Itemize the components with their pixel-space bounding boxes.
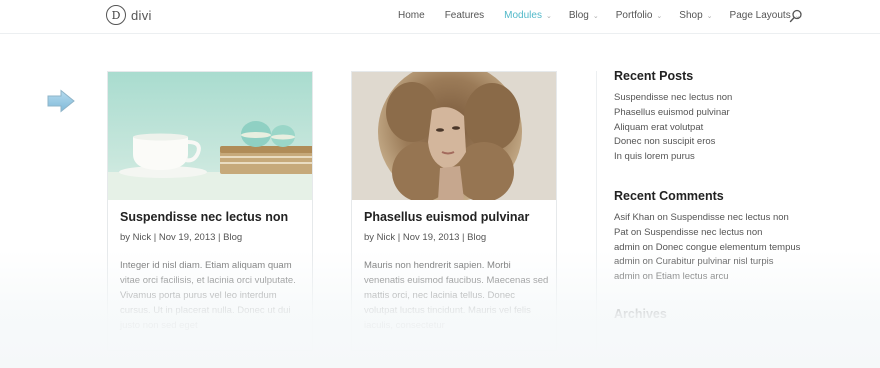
post-excerpt: Integer id nisl diam. Etiam aliquam quam…: [120, 260, 296, 331]
archives-widget: Archives: [614, 307, 804, 321]
post-title[interactable]: Phasellus euismod pulvinar: [364, 210, 529, 224]
post-title[interactable]: Suspendisse nec lectus non: [120, 210, 288, 224]
nav-item-modules[interactable]: Modules ⌄: [504, 10, 552, 21]
nav-item-shop[interactable]: Shop ⌄: [679, 10, 712, 21]
nav-item-features[interactable]: Features: [445, 10, 484, 21]
blog-post-card: Suspendisse nec lectus non by Nick | Nov…: [107, 71, 313, 351]
post-image-teacup[interactable]: [108, 72, 312, 200]
chevron-down-icon: ⌄: [592, 12, 599, 20]
recent-post-link[interactable]: In quis lorem purus: [614, 150, 804, 165]
logo[interactable]: D divi: [106, 5, 152, 25]
recent-post-link[interactable]: Aliquam erat volutpat: [614, 121, 804, 136]
nav-item-portfolio[interactable]: Portfolio ⌄: [616, 10, 663, 21]
blog-post-card: Phasellus euismod pulvinar by Nick | Nov…: [351, 71, 557, 351]
search-icon[interactable]: [789, 9, 803, 23]
post-image-portrait[interactable]: [352, 72, 556, 200]
chevron-down-icon: ⌄: [706, 12, 713, 20]
post-meta: by Nick | Nov 19, 2013 | Blog: [120, 232, 243, 243]
arrow-right-icon: [47, 89, 75, 113]
recent-post-link[interactable]: Donec non suscipit eros: [614, 135, 804, 150]
recent-comment-link[interactable]: admin on Etiam lectus arcu: [614, 270, 804, 285]
recent-comments-list: Asif Khan on Suspendisse nec lectus non …: [614, 211, 804, 285]
recent-comments-widget: Recent Comments Asif Khan on Suspendisse…: [614, 189, 804, 285]
recent-comment-link[interactable]: Pat on Suspendisse nec lectus non: [614, 226, 804, 241]
recent-post-link[interactable]: Suspendisse nec lectus non: [614, 91, 804, 106]
recent-post-link[interactable]: Phasellus euismod pulvinar: [614, 106, 804, 121]
logo-mark: D: [106, 5, 126, 25]
sidebar-divider: [596, 71, 597, 351]
nav-item-home[interactable]: Home: [398, 10, 425, 21]
recent-comment-link[interactable]: admin on Curabitur pulvinar nisl turpis: [614, 255, 804, 270]
recent-comment-link[interactable]: Asif Khan on Suspendisse nec lectus non: [614, 211, 804, 226]
widget-title: Archives: [614, 306, 667, 321]
post-meta: by Nick | Nov 19, 2013 | Blog: [364, 232, 487, 243]
post-excerpt: Mauris non hendrerit sapien. Morbi venen…: [364, 260, 549, 331]
recent-comment-link[interactable]: admin on Donec congue elementum tempus: [614, 241, 804, 256]
main-nav: Home Features Modules ⌄ Blog ⌄ Portfolio ⌄ …: [398, 10, 801, 21]
nav-item-blog[interactable]: Blog ⌄: [569, 10, 599, 21]
site-header: D divi Home Features Modules ⌄ Blog ⌄ Port…: [0, 0, 880, 34]
recent-posts-widget: Recent Posts Suspendisse nec lectus non …: [614, 69, 804, 165]
sidebar: Recent Posts Suspendisse nec lectus non …: [614, 69, 804, 329]
chevron-down-icon: ⌄: [545, 12, 552, 20]
chevron-down-icon: ⌄: [656, 12, 663, 20]
logo-text: divi: [131, 7, 152, 23]
widget-title: Recent Comments: [614, 188, 724, 203]
widget-title: Recent Posts: [614, 69, 694, 83]
recent-posts-list: Suspendisse nec lectus non Phasellus eui…: [614, 91, 804, 165]
